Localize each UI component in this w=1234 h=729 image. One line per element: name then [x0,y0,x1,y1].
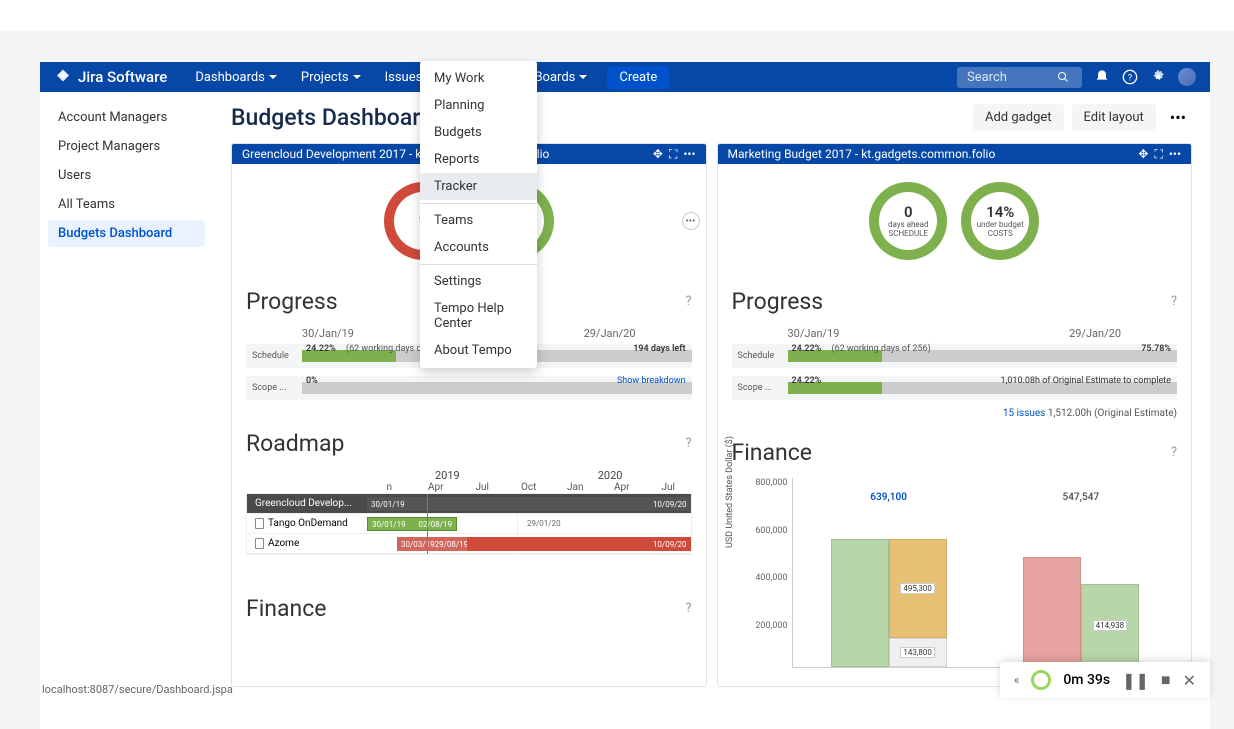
gadget-marketing: Marketing Budget 2017 - kt.gadgets.commo… [717,143,1193,687]
rm-year: 2019 [366,469,529,482]
dd-help[interactable]: Tempo Help Center [420,295,537,337]
move-icon[interactable]: ✥ [653,147,663,162]
search-input[interactable] [967,70,1057,85]
scope-label: Scope ... [246,383,302,393]
edit-layout-button[interactable]: Edit layout [1072,104,1156,131]
schedule-right: 194 days left [633,344,685,354]
date-from: 30/Jan/19 [302,327,354,340]
scope-label: Scope ... [732,383,788,393]
donut-more-icon[interactable]: ••• [682,212,700,230]
jira-icon [54,68,72,86]
dd-settings[interactable]: Settings [420,268,537,295]
jira-logo[interactable]: Jira Software [54,68,167,86]
help-icon[interactable]: ? [685,601,691,616]
schedule-pct: 24.22% [306,344,336,354]
search-icon [1057,71,1069,83]
nav-dashboards[interactable]: Dashboards [183,62,289,92]
help-icon[interactable]: ? [685,436,691,451]
schedule-label: Schedule [246,351,302,361]
user-avatar[interactable] [1178,68,1196,86]
finance-heading: Finance [732,439,812,466]
roadmap-heading: Roadmap [246,430,344,457]
page-title: Budgets Dashboard [231,104,433,131]
svg-text:?: ? [1128,72,1133,83]
sidebar: Account Managers Project Managers Users … [40,92,213,729]
timer-text: 0m 39s [1063,672,1110,688]
page-more-icon[interactable]: ••• [1164,104,1192,131]
search-box[interactable] [957,67,1082,88]
create-button[interactable]: Create [607,66,669,89]
donut-schedule: 0 days aheadSCHEDULE [869,182,947,260]
rm-row-name: Tango OnDemand [268,518,348,529]
rm-row-name: Azome [268,538,299,549]
donut-costs: 14% under budgetCOSTS [961,182,1039,260]
help-icon[interactable]: ? [1122,69,1138,85]
show-breakdown-link[interactable]: Show breakdown [617,376,686,386]
progress-heading: Progress [246,288,338,315]
sidebar-account-managers[interactable]: Account Managers [48,104,205,131]
document-icon [255,538,264,549]
sidebar-budgets-dashboard[interactable]: Budgets Dashboard [48,220,205,247]
expand-icon[interactable]: ⛶ [669,147,677,162]
progress-heading: Progress [732,288,824,315]
scope-pct: 0% [306,376,318,386]
add-gadget-button[interactable]: Add gadget [973,104,1064,131]
rm-row-name: Greencloud Develop... [247,498,367,509]
more-icon[interactable]: ••• [1169,147,1181,162]
gadget-title: Marketing Budget 2017 - kt.gadgets.commo… [728,147,996,161]
close-icon[interactable]: ✕ [1183,671,1196,690]
dd-teams[interactable]: Teams [420,207,537,234]
schedule-label: Schedule [732,351,788,361]
nav-projects[interactable]: Projects [289,62,373,92]
dd-budgets[interactable]: Budgets [420,119,537,146]
help-icon[interactable]: ? [1171,294,1177,309]
dd-tracker[interactable]: Tracker [420,173,537,200]
dd-planning[interactable]: Planning [420,92,537,119]
timer-ring-icon [1031,670,1051,690]
rm-year: 2020 [529,469,692,482]
dd-about[interactable]: About Tempo [420,337,537,364]
finance-chart: USD United States Dollar ($) 800,000 600… [732,478,1178,668]
dd-accounts[interactable]: Accounts [420,234,537,261]
move-icon[interactable]: ✥ [1138,147,1148,162]
sidebar-users[interactable]: Users [48,162,205,189]
logo-text: Jira Software [78,68,167,86]
settings-icon[interactable] [1150,69,1166,85]
dd-reports[interactable]: Reports [420,146,537,173]
sidebar-project-managers[interactable]: Project Managers [48,133,205,160]
issues-link[interactable]: 15 issues [1003,408,1045,419]
pause-icon[interactable]: ❚❚ [1122,671,1149,690]
finance-heading: Finance [246,595,326,622]
status-bar: localhost:8087/secure/Dashboard.jspa [42,683,233,696]
sidebar-all-teams[interactable]: All Teams [48,191,205,218]
notifications-icon[interactable] [1094,69,1110,85]
roadmap: Greencloud Develop... 30/01/1910/09/20 T… [246,493,692,555]
tempo-dropdown: My Work Planning Budgets Reports Tracker… [420,61,537,368]
dd-my-work[interactable]: My Work [420,65,537,92]
collapse-icon[interactable]: « [1014,673,1020,687]
stop-icon[interactable]: ■ [1161,670,1171,690]
top-nav: Jira Software Dashboards Projects Issues… [40,62,1210,92]
expand-icon[interactable]: ⛶ [1154,147,1162,162]
help-icon[interactable]: ? [685,294,691,309]
help-icon[interactable]: ? [1171,445,1177,460]
date-to: 29/Jan/20 [584,327,636,340]
document-icon [255,518,264,529]
timer-widget: « 0m 39s ❚❚ ■ ✕ [1000,662,1210,698]
more-icon[interactable]: ••• [683,147,695,162]
